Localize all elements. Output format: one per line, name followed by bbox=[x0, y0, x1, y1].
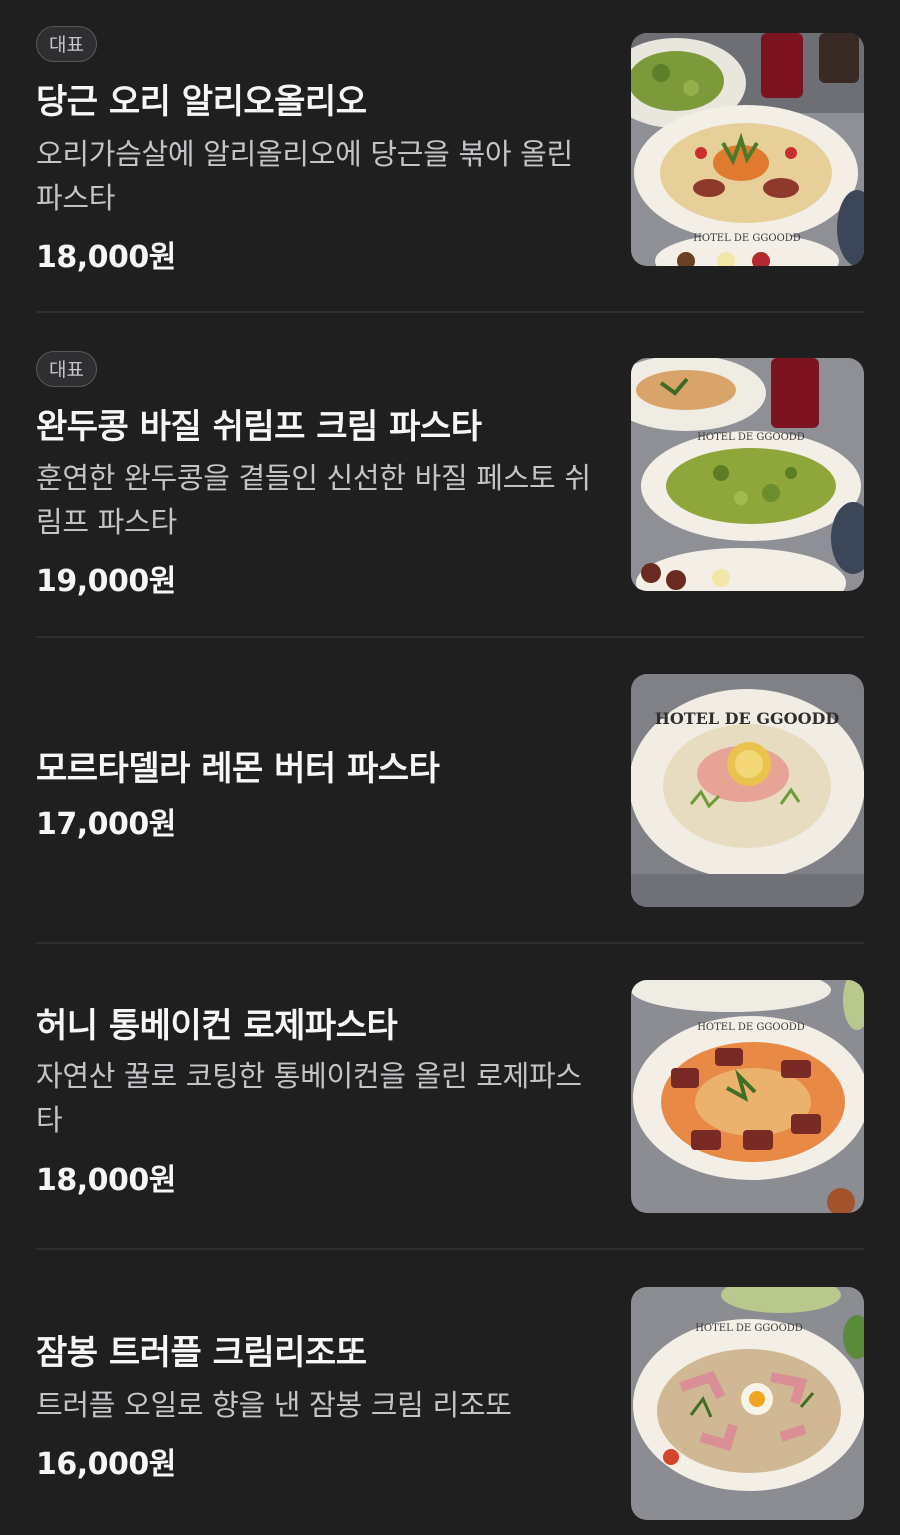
signature-badge: 대표 bbox=[36, 351, 97, 387]
menu-item[interactable]: 대표 완두콩 바질 쉬림프 크림 파스타 훈연한 완두콩을 곁들인 신선한 바질… bbox=[36, 312, 864, 637]
menu-item-photo[interactable]: HOTEL DE GGOODD bbox=[631, 1287, 864, 1520]
menu-item-name: 완두콩 바질 쉬림프 크림 파스타 bbox=[36, 407, 482, 447]
plate-label: HOTEL DE GGOODD bbox=[655, 709, 840, 728]
menu-item-description: 오리가슴살에 알리올리오에 당근을 볶아 올린 파스타 bbox=[36, 137, 573, 215]
menu-item[interactable]: 대표 당근 오리 알리오올리오 오리가슴살에 알리올리오에 당근을 볶아 올린 … bbox=[36, 0, 864, 312]
menu-item-name: 잠봉 트러플 크림리조또 bbox=[36, 1333, 367, 1373]
menu-item-price: 19,000원 bbox=[36, 564, 176, 599]
menu-item-name: 당근 오리 알리오올리오 bbox=[36, 82, 367, 122]
menu-item-description: 자연산 꿀로 코팅한 통베이컨을 올린 로제파스타 bbox=[36, 1059, 582, 1137]
menu-item-price: 18,000원 bbox=[36, 1163, 176, 1198]
menu-item-price: 18,000원 bbox=[36, 240, 176, 275]
menu-item[interactable]: 잠봉 트러플 크림리조또 트러플 오일로 향을 낸 잠봉 크림 리조또 16,0… bbox=[36, 1249, 864, 1535]
menu-item-description: 훈연한 완두콩을 곁들인 신선한 바질 페스토 쉬림프 파스타 bbox=[36, 461, 591, 539]
plate-label: HOTEL DE GGOODD bbox=[693, 233, 801, 244]
menu-item[interactable]: 모르타델라 레몬 버터 파스타 17,000원 HOTEL DE GGOODD bbox=[36, 637, 864, 943]
menu-item-price: 17,000원 bbox=[36, 807, 176, 842]
menu-item-photo[interactable]: HOTEL DE GGOODD bbox=[631, 358, 864, 591]
menu-item[interactable]: 허니 통베이컨 로제파스타 자연산 꿀로 코팅한 통베이컨을 올린 로제파스타 … bbox=[36, 943, 864, 1249]
menu-item-name: 허니 통베이컨 로제파스타 bbox=[36, 1006, 398, 1046]
plate-label: HOTEL DE GGOODD bbox=[697, 432, 805, 443]
signature-badge: 대표 bbox=[36, 26, 97, 62]
menu-item-description: 트러플 오일로 향을 낸 잠봉 크림 리조또 bbox=[36, 1388, 512, 1422]
plate-label: HOTEL DE GGOODD bbox=[695, 1323, 803, 1334]
menu-item-name: 모르타델라 레몬 버터 파스타 bbox=[36, 749, 440, 789]
menu-item-photo[interactable]: HOTEL DE GGOODD bbox=[631, 33, 864, 266]
menu-item-price: 16,000원 bbox=[36, 1447, 176, 1482]
menu-item-photo[interactable]: HOTEL DE GGOODD bbox=[631, 674, 864, 907]
plate-label: HOTEL DE GGOODD bbox=[697, 1022, 805, 1033]
menu-item-photo[interactable]: HOTEL DE GGOODD bbox=[631, 980, 864, 1213]
